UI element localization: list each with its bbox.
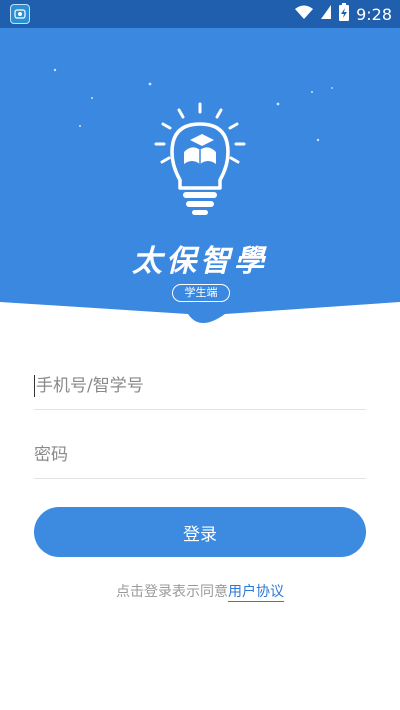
wifi-icon xyxy=(294,4,314,24)
status-indicators: 9:28 xyxy=(294,3,392,25)
brand-title: 太保智學 xyxy=(132,244,268,279)
hero-header: 太保智學 学生端 xyxy=(0,28,400,334)
battery-charging-icon xyxy=(338,3,350,25)
login-button[interactable]: 登录 xyxy=(34,507,366,557)
phone-field[interactable] xyxy=(34,362,366,410)
lightbulb-logo-icon xyxy=(154,102,246,215)
status-bar: 9:28 xyxy=(0,0,400,28)
signal-icon xyxy=(320,4,332,24)
app-notification-icon xyxy=(10,4,30,24)
logo-area xyxy=(0,100,400,224)
phone-input[interactable] xyxy=(36,375,366,396)
password-input[interactable] xyxy=(34,444,366,465)
status-time: 9:28 xyxy=(356,4,392,24)
user-agreement-link[interactable]: 用户协议 xyxy=(228,584,284,602)
password-field[interactable] xyxy=(34,431,366,479)
agreement-prefix: 点击登录表示同意 xyxy=(116,584,228,600)
agreement-text: 点击登录表示同意用户协议 xyxy=(0,581,400,602)
text-caret xyxy=(34,374,35,397)
role-badge: 学生端 xyxy=(172,284,230,302)
